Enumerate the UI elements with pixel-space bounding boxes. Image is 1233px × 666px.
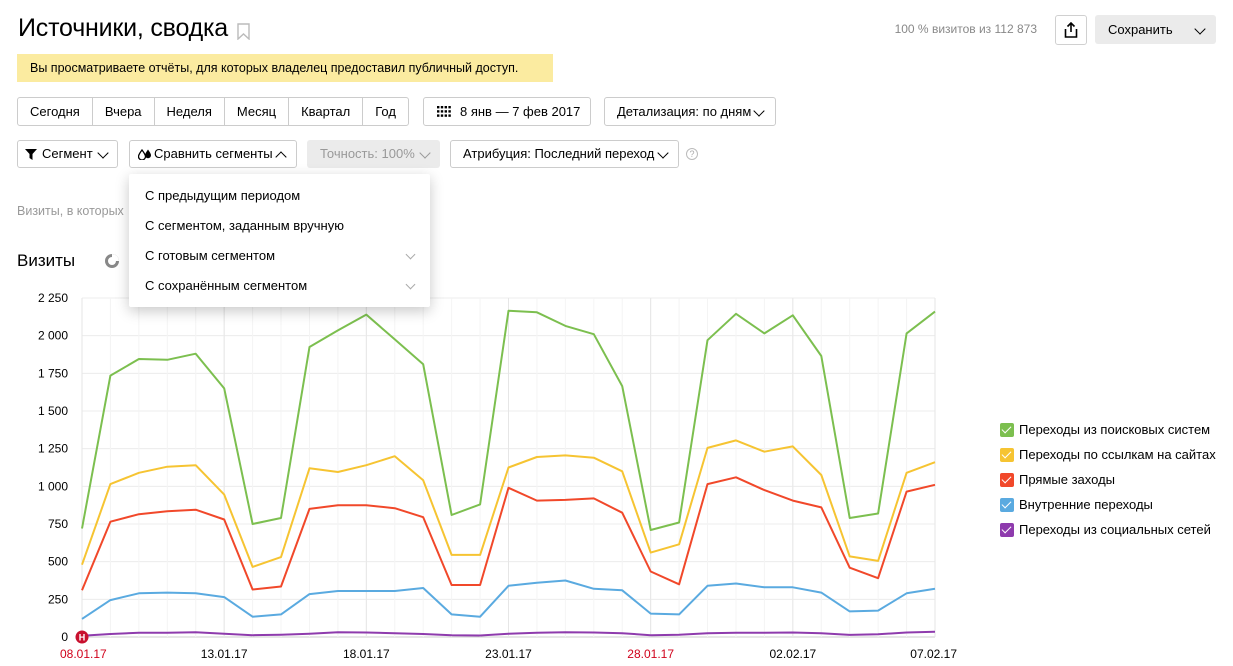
y-tick-label: 1 000 (38, 479, 68, 493)
menu-item-saved-segment[interactable]: С сохранённым сегментом (129, 271, 430, 301)
y-tick-label: 750 (48, 517, 68, 531)
y-tick-label: 1 500 (38, 404, 68, 418)
legend-checkbox[interactable] (1000, 473, 1014, 487)
compare-segments-menu: С предыдущим периодом С сегментом, задан… (129, 174, 430, 307)
legend-label: Переходы из поисковых систем (1019, 422, 1211, 437)
menu-item-label: С предыдущим периодом (145, 188, 301, 203)
y-tick-label: 250 (48, 592, 68, 606)
x-tick-label: 07.02.17 (910, 647, 957, 661)
legend-item[interactable]: Внутренние переходы (1000, 496, 1216, 521)
y-tick-label: 500 (48, 555, 68, 569)
menu-item-manual-segment[interactable]: С сегментом, заданным вручную (129, 211, 430, 241)
y-tick-label: 1 750 (38, 366, 68, 380)
menu-item-previous-period[interactable]: С предыдущим периодом (129, 181, 430, 211)
menu-item-label: С сохранённым сегментом (145, 278, 308, 293)
legend-checkbox[interactable] (1000, 423, 1014, 437)
legend-label: Внутренние переходы (1019, 497, 1153, 512)
x-tick-label: 28.01.17 (627, 647, 674, 661)
legend-item[interactable]: Прямые заходы (1000, 471, 1216, 496)
menu-item-ready-segment[interactable]: С готовым сегментом (129, 241, 430, 271)
x-tick-label: 13.01.17 (201, 647, 248, 661)
legend-item[interactable]: Переходы из социальных сетей (1000, 521, 1216, 546)
legend-item[interactable]: Переходы из поисковых систем (1000, 421, 1216, 446)
legend-checkbox[interactable] (1000, 498, 1014, 512)
legend-checkbox[interactable] (1000, 448, 1014, 462)
chevron-down-icon (405, 249, 416, 260)
x-tick-label: 08.01.17 (60, 647, 107, 661)
legend-label: Переходы по ссылкам на сайтах (1019, 447, 1216, 462)
legend-label: Переходы из социальных сетей (1019, 522, 1211, 537)
legend-item[interactable]: Переходы по ссылкам на сайтах (1000, 446, 1216, 471)
x-tick-label: 23.01.17 (485, 647, 532, 661)
y-tick-label: 2 000 (38, 329, 68, 343)
y-tick-label: 1 250 (38, 442, 68, 456)
legend-checkbox[interactable] (1000, 523, 1014, 537)
y-tick-label: 2 250 (38, 291, 68, 305)
menu-item-label: С готовым сегментом (145, 248, 276, 263)
y-tick-label: 0 (61, 630, 68, 644)
chart-legend: Переходы из поисковых систем Переходы по … (1000, 421, 1216, 546)
chevron-down-icon (405, 279, 416, 290)
menu-item-label: С сегментом, заданным вручную (145, 218, 344, 233)
holiday-marker-label: Н (79, 633, 86, 643)
visits-line-chart: 0 250 500 750 1 000 1 250 1 500 1 750 2 000 2 250… (38, 291, 957, 661)
x-tick-label: 02.02.17 (769, 647, 816, 661)
x-tick-label: 18.01.17 (343, 647, 390, 661)
legend-label: Прямые заходы (1019, 472, 1116, 487)
